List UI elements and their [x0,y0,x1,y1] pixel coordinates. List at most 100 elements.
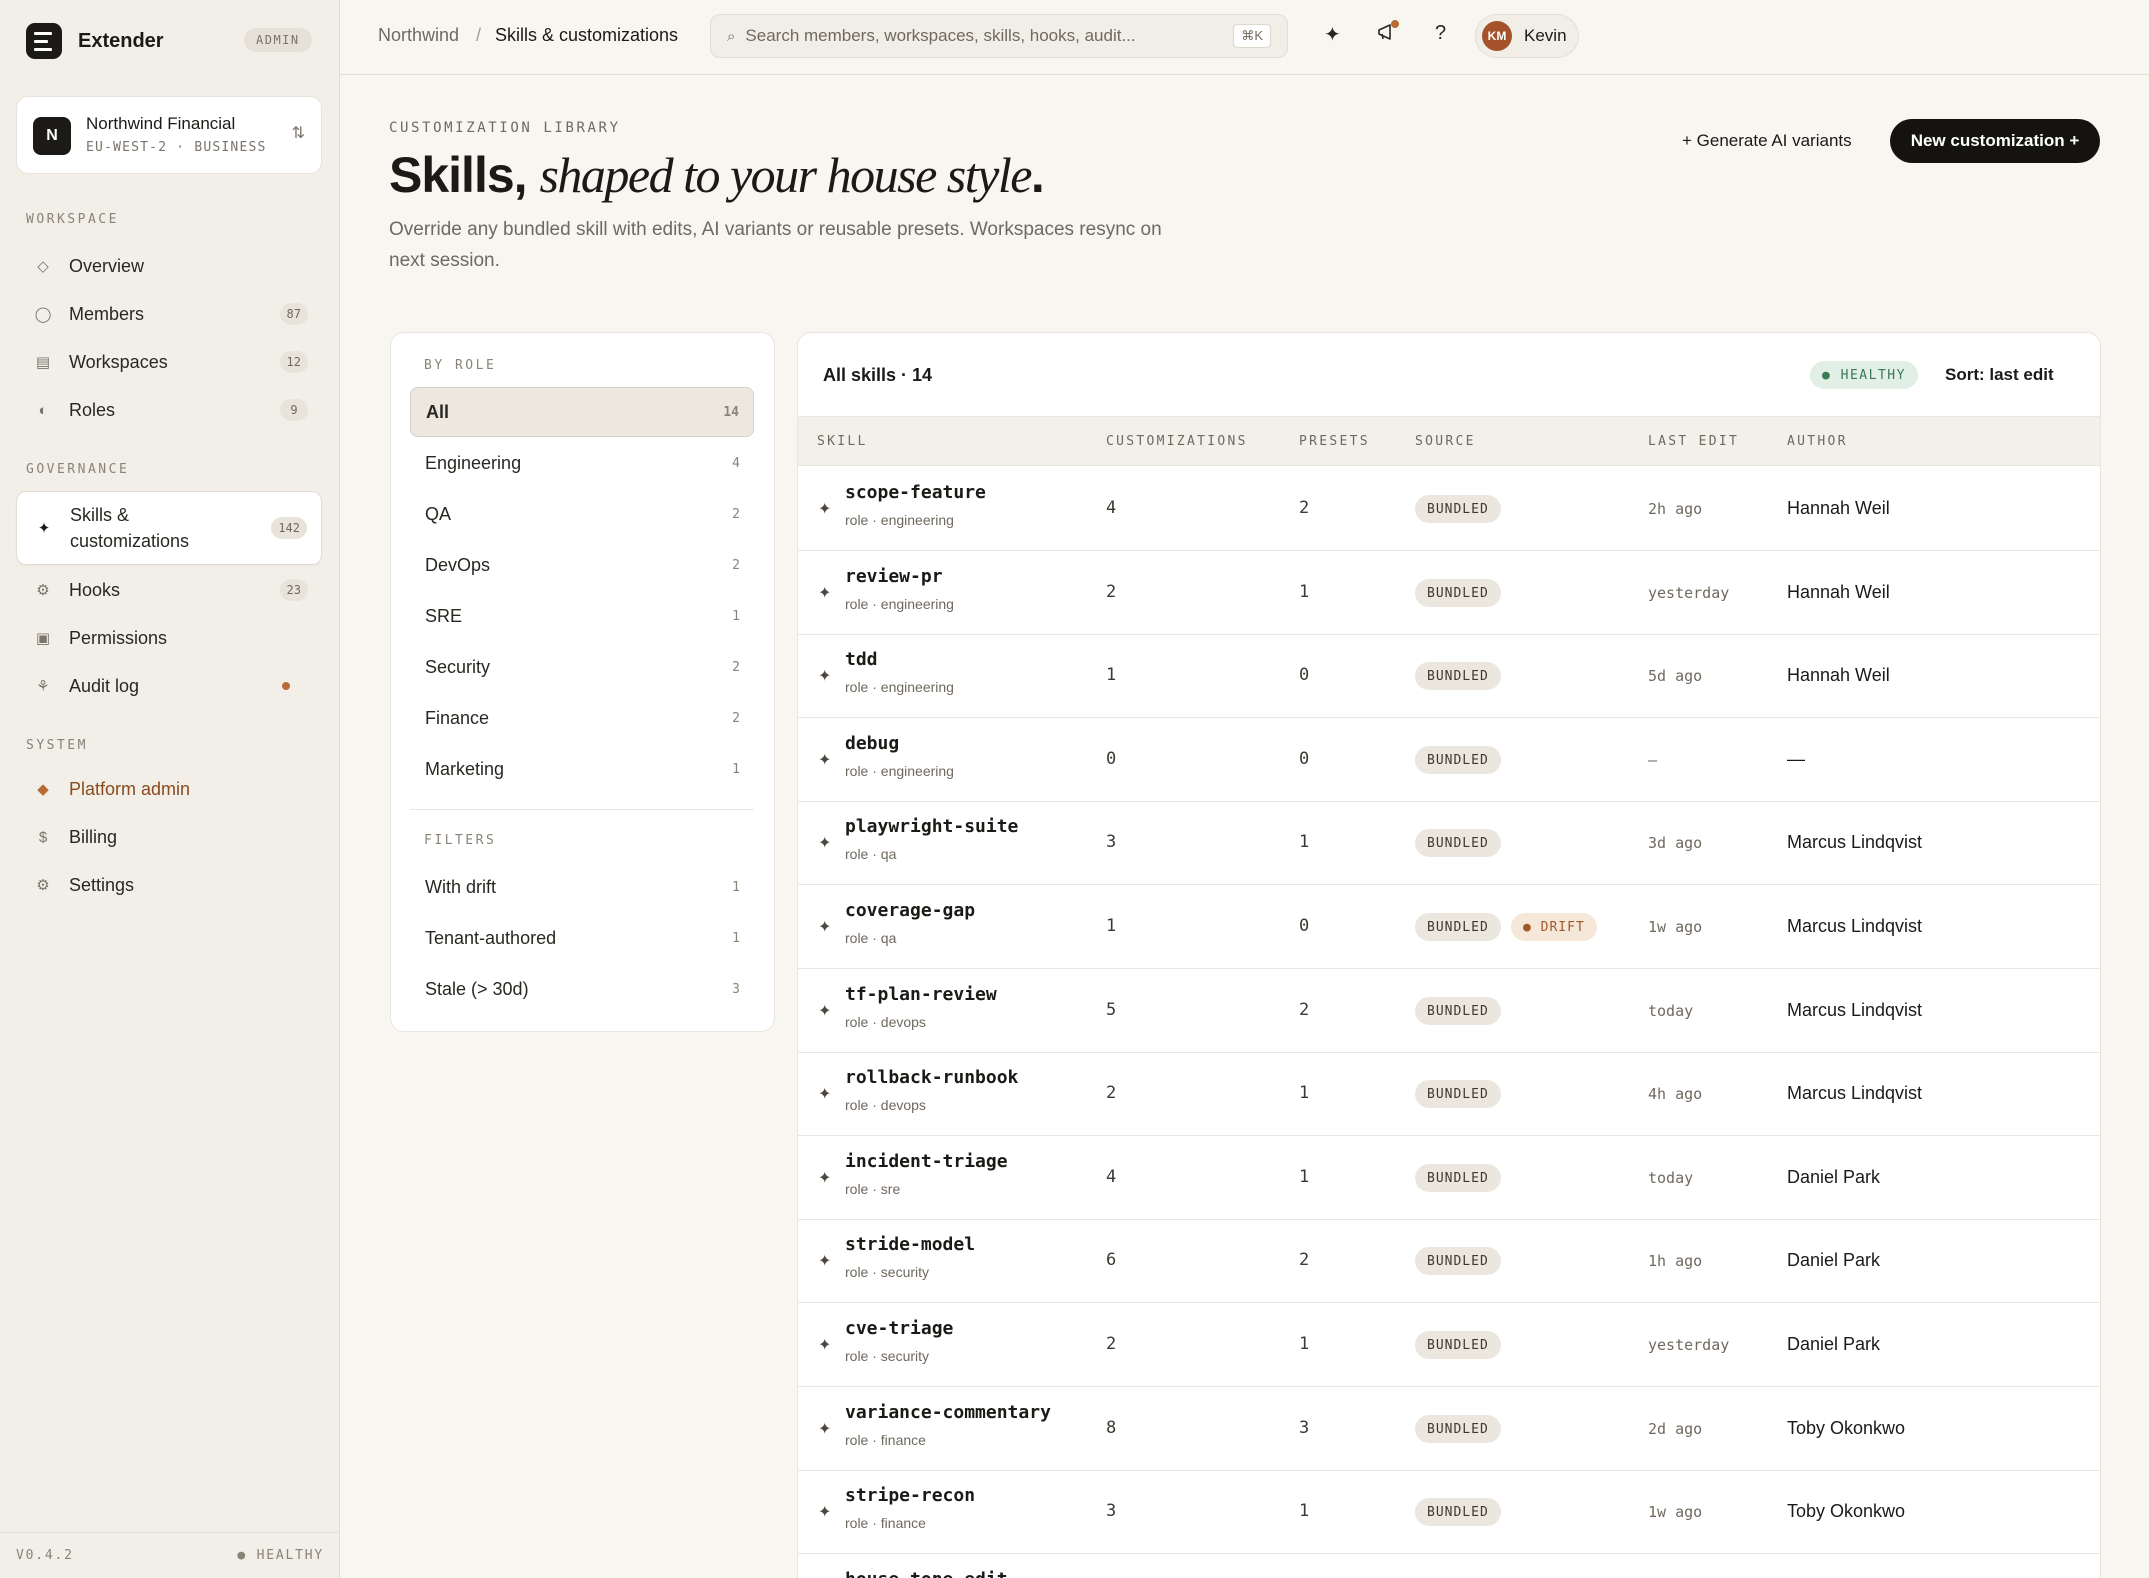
filter-role-qa[interactable]: QA 2 [410,489,754,539]
skill-name[interactable]: stride-model [845,1234,975,1255]
presets-count: 1 [1299,1167,1310,1187]
switch-tenant-icon[interactable]: ⇅ [292,123,305,143]
status-badge: ● HEALTHY [1810,361,1918,389]
breadcrumb-current: Skills & customizations [495,25,679,45]
filter-name: DevOps [425,554,491,575]
column-header-skill[interactable]: SKILL [817,434,868,449]
sidebar-item-billing[interactable]: $ Billing [16,817,322,857]
table-row[interactable]: ✦ incident-triage role · sre 4 1 BUNDLED today… [798,1136,2100,1220]
skill-name[interactable]: tf-plan-review [845,984,997,1005]
column-header-source[interactable]: SOURCE [1415,434,1476,449]
skill-name[interactable]: playwright-suite [845,816,1018,837]
sparkle-icon: ✦ [818,1003,832,1020]
sparkle-icon[interactable]: ✦ [1324,22,1341,47]
sparkle-icon: ✦ [818,1421,832,1438]
skill-role: role · qa [845,846,897,862]
skill-name[interactable]: rollback-runbook [845,1067,1018,1088]
search-input[interactable]: ⌕ Search members, workspaces, skills, ho… [710,14,1288,58]
table-row[interactable]: ✦ stride-model role · security 6 2 BUNDLED 1h … [798,1219,2100,1303]
sparkle-icon: ✦ [818,1253,832,1270]
tenant-switcher[interactable]: N Northwind Financial EU-WEST-2 · BUSINE… [16,96,322,174]
skill-name[interactable]: incident-triage [845,1151,1008,1172]
customizations-count: 4 [1106,1167,1117,1187]
filter-section-label: BY ROLE [424,358,497,373]
skill-name[interactable]: house-tone-edit [845,1569,1008,1578]
skill-name[interactable]: stripe-recon [845,1485,975,1506]
user-menu[interactable]: KM Kevin [1475,14,1579,58]
column-header-author[interactable]: AUTHOR [1787,434,1848,449]
sidebar-item-audit-log[interactable]: ⚘ Audit log [16,666,322,706]
customizations-count: 8 [1106,1418,1117,1438]
skill-name[interactable]: debug [845,733,899,754]
skill-name[interactable]: review-pr [845,566,943,587]
filter-role-sre[interactable]: SRE 1 [410,591,754,641]
column-header-last-edit[interactable]: LAST EDIT [1648,434,1739,449]
filter-panel: BY ROLE All 14 Engineering 4 QA 2 DevOps… [390,332,775,1032]
column-header-presets[interactable]: PRESETS [1299,434,1370,449]
search-icon: ⌕ [727,27,736,45]
skill-name[interactable]: cve-triage [845,1318,953,1339]
page-title-accent: shaped to your house style [539,147,1032,203]
last-edit: 4h ago [1648,1085,1703,1103]
source-badge: BUNDLED [1415,579,1501,607]
last-edit: 1w ago [1648,918,1703,936]
sidebar-item-workspaces[interactable]: ▤ Workspaces 12 [16,342,322,382]
table-row[interactable]: ✦ tdd role · engineering 1 0 BUNDLED 5d ago Han… [798,634,2100,718]
sidebar-item-platform-admin[interactable]: ◆ Platform admin [16,769,322,809]
skill-name[interactable]: tdd [845,649,878,670]
author-name: Marcus Lindqvist [1787,1000,1923,1020]
table-row[interactable]: ✦ tf-plan-review role · devops 5 2 BUNDLED tod… [798,969,2100,1053]
source-badge: BUNDLED [1415,1498,1501,1526]
skill-name[interactable]: scope-feature [845,482,986,503]
table-row[interactable]: ✦ review-pr role · engineering 2 1 BUNDLED yes… [798,551,2100,635]
filter-with-drift[interactable]: With drift 1 [410,862,754,912]
filter-name: SRE [425,605,463,626]
filter-role-security[interactable]: Security 2 [410,642,754,692]
table-row[interactable]: ✦ stripe-recon role · finance 3 1 BUNDLED 1w a… [798,1470,2100,1554]
breadcrumb-separator: / [476,25,482,45]
sidebar-item-overview[interactable]: ◇ Overview [16,246,322,286]
sidebar-item-label: Members [69,303,145,324]
table-row[interactable]: ✦ variance-commentary role · finance 8 3 BUND… [798,1387,2100,1471]
source-badge: BUNDLED [1415,829,1501,857]
skill-name[interactable]: coverage-gap [845,900,975,921]
diamond-filled-icon: ◆ [37,781,49,798]
presets-count: 2 [1299,1250,1310,1270]
filter-count: 3 [732,981,740,997]
generate-ai-variants-button[interactable]: + Generate AI variants [1682,128,1852,154]
sidebar-item-label: Overview [69,255,145,276]
last-edit: 1w ago [1648,1503,1703,1521]
filter-role-devops[interactable]: DevOps 2 [410,540,754,590]
presets-count: 2 [1299,498,1310,518]
presets-count: 1 [1299,832,1310,852]
table-row[interactable]: ✦ debug role · engineering 0 0 BUNDLED — — [798,718,2100,802]
filter-tenant-authored[interactable]: Tenant-authored 1 [410,913,754,963]
filter-role-marketing[interactable]: Marketing 1 [410,744,754,794]
table-row[interactable]: ✦house-tone-edit [798,1554,2100,1578]
sidebar-item-label: Workspaces [69,351,168,372]
section-label-system: SYSTEM [26,738,88,753]
breadcrumb-root[interactable]: Northwind [378,25,459,46]
filter-role-engineering[interactable]: Engineering 4 [410,438,754,488]
filter-role-finance[interactable]: Finance 2 [410,693,754,743]
filter-role-all[interactable]: All 14 [410,387,754,437]
sidebar-item-roles[interactable]: ◐ Roles 9 [16,390,322,430]
brand[interactable]: Extender [26,22,164,60]
sidebar-item-permissions[interactable]: ▣ Permissions [16,618,322,658]
sidebar-item-settings[interactable]: ⚙ Settings [16,865,322,905]
help-icon[interactable]: ? [1435,22,1446,45]
filter-stale[interactable]: Stale (> 30d) 3 [410,964,754,1014]
sidebar-item-hooks[interactable]: ⚙ Hooks 23 [16,570,322,610]
new-customization-button[interactable]: New customization + [1890,119,2100,163]
table-row[interactable]: ✦ coverage-gap role · qa 1 0 BUNDLED ● DRIFT 1w… [798,885,2100,969]
table-row[interactable]: ✦ rollback-runbook role · devops 2 1 BUNDLED 4… [798,1052,2100,1136]
table-row[interactable]: ✦ scope-feature role · engineering 4 2 BUNDLE… [798,467,2100,551]
column-header-customizations[interactable]: CUSTOMIZATIONS [1106,434,1248,449]
skill-name[interactable]: variance-commentary [845,1402,1051,1423]
table-row[interactable]: ✦ playwright-suite role · qa 3 1 BUNDLED 3d ag… [798,801,2100,885]
sort-dropdown[interactable]: Sort: last edit [1945,365,2054,385]
sparkle-icon: ✦ [37,520,51,537]
sidebar-item-skills[interactable]: ✦ Skills & customizations 142 [16,491,322,565]
sidebar-item-members[interactable]: ◯ Members 87 [16,294,322,334]
table-row[interactable]: ✦ cve-triage role · security 2 1 BUNDLED yeste… [798,1303,2100,1387]
